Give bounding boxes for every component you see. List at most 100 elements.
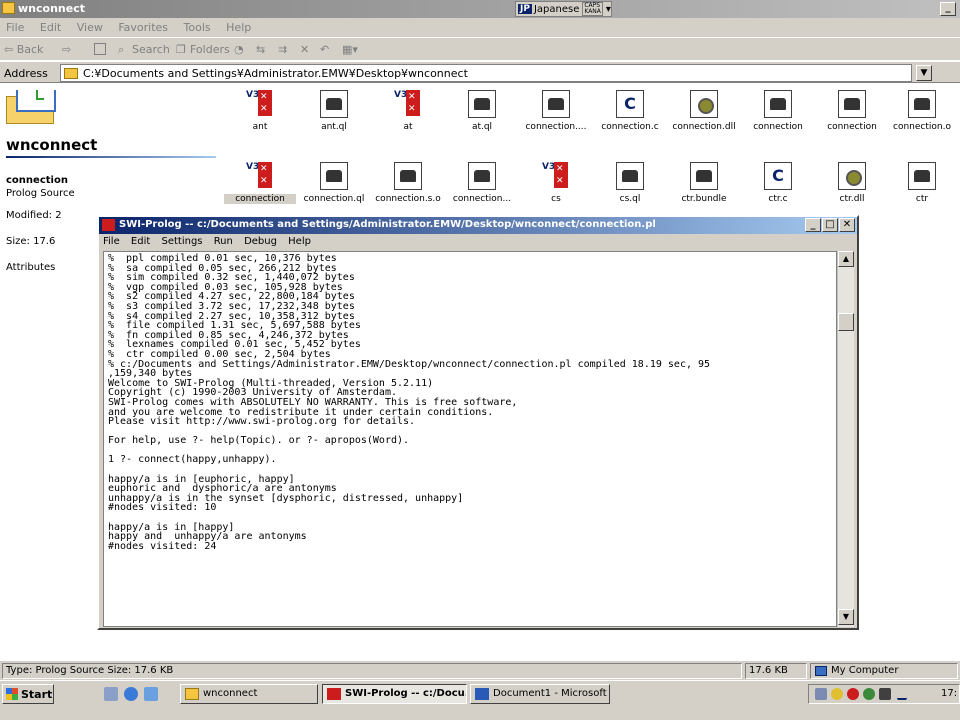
history-icon[interactable]: ◔ — [234, 43, 244, 56]
file-item[interactable]: connection.ql — [298, 162, 370, 204]
taskbar-button-word-document[interactable]: Document1 - Microsoft W... — [470, 684, 610, 704]
file-label: connection — [827, 122, 877, 132]
menu-file[interactable]: File — [0, 18, 30, 37]
prolog-icon — [616, 162, 644, 190]
file-label: connection.o — [893, 122, 951, 132]
internet-explorer-icon[interactable] — [124, 687, 138, 701]
taskbar-button-swi-prolog[interactable]: SWI-Prolog -- c:/Docu... — [322, 684, 467, 704]
language-bar[interactable]: JP Japanese CAPS KANA ▾ — [515, 1, 612, 17]
up-folder-icon[interactable] — [94, 43, 106, 55]
prolog-console[interactable]: % ppl compiled 0.01 sec, 10,376 bytes% s… — [103, 251, 837, 627]
explorer-title-bar[interactable]: wnconnect JP Japanese CAPS KANA ▾ _ — [0, 0, 960, 18]
folders-button[interactable]: Folders — [190, 43, 230, 56]
prolog-icon — [764, 90, 792, 118]
back-button[interactable]: ⇦ Back — [4, 43, 43, 56]
antivirus-icon[interactable] — [847, 688, 859, 700]
prolog-title-bar[interactable]: SWI-Prolog -- c:/Documents and Settings/… — [99, 217, 857, 234]
delete-icon[interactable]: ✕ — [300, 43, 309, 56]
console-output: % ppl compiled 0.01 sec, 10,376 bytes% s… — [104, 252, 836, 551]
file-item[interactable]: at.ql — [446, 90, 518, 132]
scroll-up-button[interactable]: ▲ — [838, 251, 854, 267]
search-button[interactable]: Search — [132, 43, 170, 56]
input-indicator-icon[interactable] — [897, 688, 907, 700]
file-item[interactable]: V3 ant — [224, 90, 296, 132]
volume-icon[interactable] — [831, 688, 843, 700]
console-line: Please visit http://www.swi-prolog.org f… — [108, 416, 416, 428]
menu-tools[interactable]: Tools — [178, 18, 217, 37]
address-dropdown-button[interactable]: ▼ — [916, 65, 932, 81]
network-icon[interactable] — [815, 688, 827, 700]
file-label: cs — [551, 194, 561, 204]
ime-tray-icon[interactable] — [879, 688, 891, 700]
forward-button[interactable]: ⇨ — [62, 43, 71, 56]
file-item[interactable]: ctr.dll — [816, 162, 888, 204]
menu-edit[interactable]: Edit — [34, 18, 67, 37]
file-item[interactable]: ant.ql — [298, 90, 370, 132]
prolog-menu-edit[interactable]: Edit — [127, 235, 154, 248]
outlook-express-icon[interactable] — [144, 687, 158, 701]
windows-logo-icon — [6, 688, 18, 700]
start-button[interactable]: Start — [2, 684, 54, 704]
undo-icon[interactable]: ↶ — [320, 43, 329, 56]
file-item[interactable]: connection.s.o — [372, 162, 444, 204]
file-item[interactable]: V3 at — [372, 90, 444, 132]
scroll-thumb[interactable] — [838, 313, 854, 331]
prolog-maximize-button[interactable]: □ — [822, 218, 838, 232]
prolog-close-button[interactable]: ✕ — [839, 218, 855, 232]
prolog-menu-help[interactable]: Help — [284, 235, 315, 248]
binary-icon: V3 — [246, 162, 274, 190]
taskbar-button-wnconnect[interactable]: wnconnect — [180, 684, 318, 704]
file-item[interactable]: connection — [742, 90, 814, 132]
taskbar-label: Document1 - Microsoft W... — [493, 688, 609, 699]
file-item-selected[interactable]: V3 connection — [224, 162, 296, 204]
prolog-icon — [542, 90, 570, 118]
prolog-menu-run[interactable]: Run — [210, 235, 237, 248]
file-item[interactable]: connection — [816, 90, 888, 132]
file-item[interactable]: ctr — [886, 162, 958, 204]
file-label: connection.c — [601, 122, 659, 132]
console-scrollbar[interactable]: ▲ ▼ — [837, 251, 854, 627]
menu-view[interactable]: View — [71, 18, 109, 37]
selected-file-size: Size: 17.6 — [6, 236, 56, 247]
file-item[interactable]: connection.dll — [668, 90, 740, 132]
prolog-menu-settings[interactable]: Settings — [157, 235, 206, 248]
minimize-button[interactable]: _ — [940, 2, 956, 16]
views-icon[interactable]: ▦▾ — [342, 43, 358, 56]
ime-options-icon[interactable]: ▾ — [606, 4, 611, 15]
file-item[interactable]: Cctr.c — [742, 162, 814, 204]
clock[interactable]: 17: — [941, 688, 957, 699]
prolog-menu-debug[interactable]: Debug — [240, 235, 281, 248]
show-desktop-icon[interactable] — [104, 687, 118, 701]
address-bar: Address C:¥Documents and Settings¥Admini… — [0, 61, 960, 83]
console-line: 1 ?- connect(happy,unhappy). — [108, 454, 277, 466]
console-line: happy and unhappy/a are antonyms — [108, 531, 307, 543]
scroll-down-button[interactable]: ▼ — [838, 609, 854, 625]
swi-prolog-logo-icon — [327, 688, 341, 700]
menu-favorites[interactable]: Favorites — [112, 18, 174, 37]
selected-file-type: Prolog Source — [6, 188, 75, 199]
file-item[interactable]: connection.... — [520, 90, 592, 132]
file-item[interactable]: connection.o — [886, 90, 958, 132]
folder-icon — [64, 68, 78, 79]
prolog-window-title: SWI-Prolog -- c:/Documents and Settings/… — [119, 219, 656, 230]
status-bar: Type: Prolog Source Size: 17.6 KB 17.6 K… — [0, 660, 960, 680]
file-label: ctr.dll — [839, 194, 865, 204]
prolog-minimize-button[interactable]: _ — [805, 218, 821, 232]
tray-app-icon[interactable] — [863, 688, 875, 700]
address-input[interactable]: C:¥Documents and Settings¥Administrator.… — [60, 64, 912, 82]
caps-kana-indicator: CAPS KANA — [582, 2, 603, 16]
file-label: ctr.c — [768, 194, 788, 204]
move-to-icon[interactable]: ⇆ — [256, 43, 265, 56]
file-item[interactable]: ctr.bundle — [668, 162, 740, 204]
swi-prolog-window[interactable]: SWI-Prolog -- c:/Documents and Settings/… — [97, 215, 859, 630]
menu-help[interactable]: Help — [220, 18, 257, 37]
console-line: unhappy/a is in the synset [dysphoric, d… — [108, 492, 464, 504]
copy-to-icon[interactable]: ⇉ — [278, 43, 287, 56]
file-item[interactable]: V3 cs — [520, 162, 592, 204]
file-item[interactable]: connection... — [446, 162, 518, 204]
file-item[interactable]: cs.ql — [594, 162, 666, 204]
prolog-menu-file[interactable]: File — [99, 235, 124, 248]
folder-icon — [185, 688, 199, 700]
file-item[interactable]: Cconnection.c — [594, 90, 666, 132]
file-label: connection.dll — [672, 122, 736, 132]
